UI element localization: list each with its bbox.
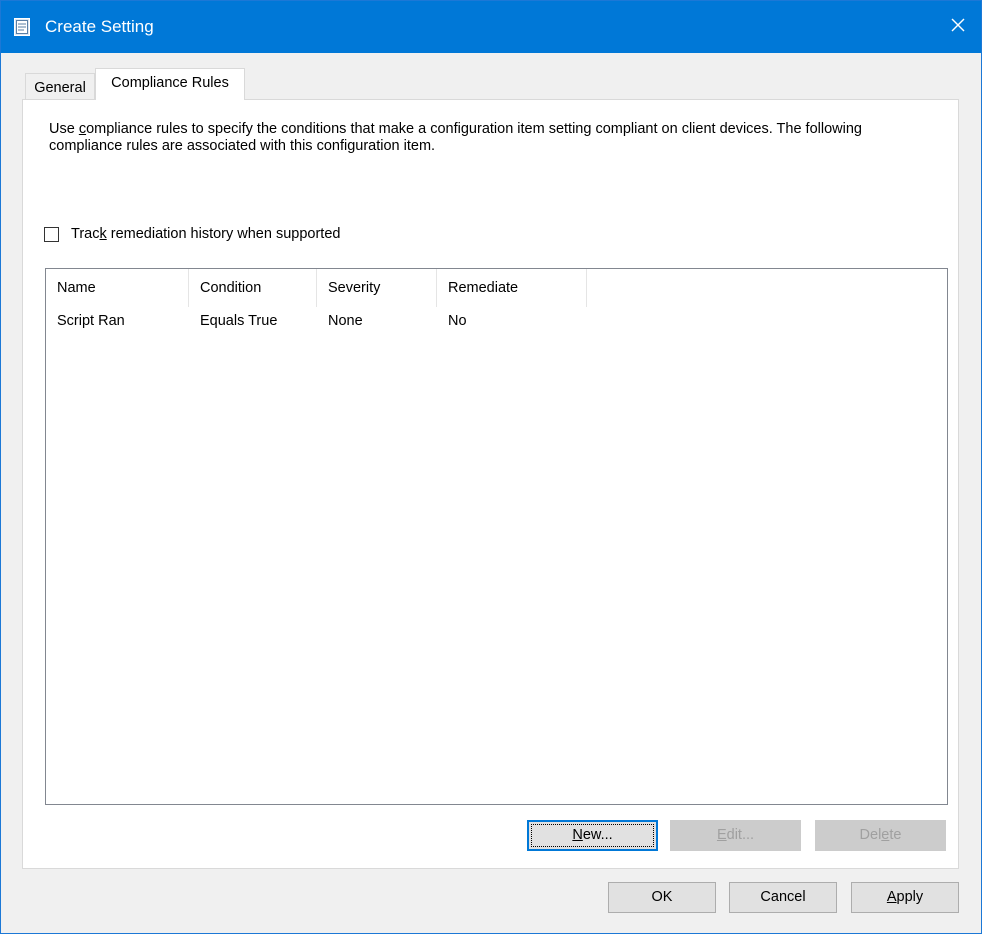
window-title: Create Setting [45, 17, 154, 36]
list-header: Name Condition Severity Remediate [46, 269, 587, 307]
close-icon [950, 17, 966, 37]
create-setting-dialog: Create Setting General Compliance Rules … [0, 0, 982, 934]
cell-remediate: No [448, 313, 467, 329]
column-header-remediate[interactable]: Remediate [437, 269, 587, 307]
tab-general[interactable]: General [25, 73, 95, 99]
cancel-button[interactable]: Cancel [729, 882, 837, 913]
compliance-description: Use compliance rules to specify the cond… [49, 121, 862, 154]
ok-button[interactable]: OK [608, 882, 716, 913]
edit-rule-button[interactable]: Edit... [670, 820, 801, 851]
cell-name: Script Ran [57, 313, 125, 329]
close-button[interactable] [935, 1, 981, 53]
tab-compliance-rules-label: Compliance Rules [111, 75, 229, 91]
column-header-condition[interactable]: Condition [189, 269, 317, 307]
cell-condition: Equals True [200, 313, 278, 329]
delete-rule-button[interactable]: Delete [815, 820, 946, 851]
tab-compliance-rules[interactable]: Compliance Rules [95, 68, 245, 100]
compliance-rules-list[interactable]: Name Condition Severity Remediate Script… [45, 268, 948, 805]
track-remediation-checkbox[interactable] [44, 226, 59, 242]
column-header-severity[interactable]: Severity [317, 269, 437, 307]
track-remediation-label[interactable]: Track remediation history when supported [71, 226, 340, 242]
title-bar[interactable]: Create Setting [1, 1, 981, 53]
tab-general-label: General [34, 80, 86, 96]
column-header-name[interactable]: Name [46, 269, 189, 307]
window-app-icon [14, 18, 30, 36]
compliance-rules-panel: Use compliance rules to specify the cond… [22, 99, 959, 869]
cell-severity: None [328, 313, 363, 329]
table-row[interactable]: Script Ran Equals True None No [46, 309, 587, 333]
new-rule-button[interactable]: New... [527, 820, 658, 851]
apply-button[interactable]: Apply [851, 882, 959, 913]
track-remediation-checkbox-row[interactable]: Track remediation history when supported [44, 224, 340, 244]
